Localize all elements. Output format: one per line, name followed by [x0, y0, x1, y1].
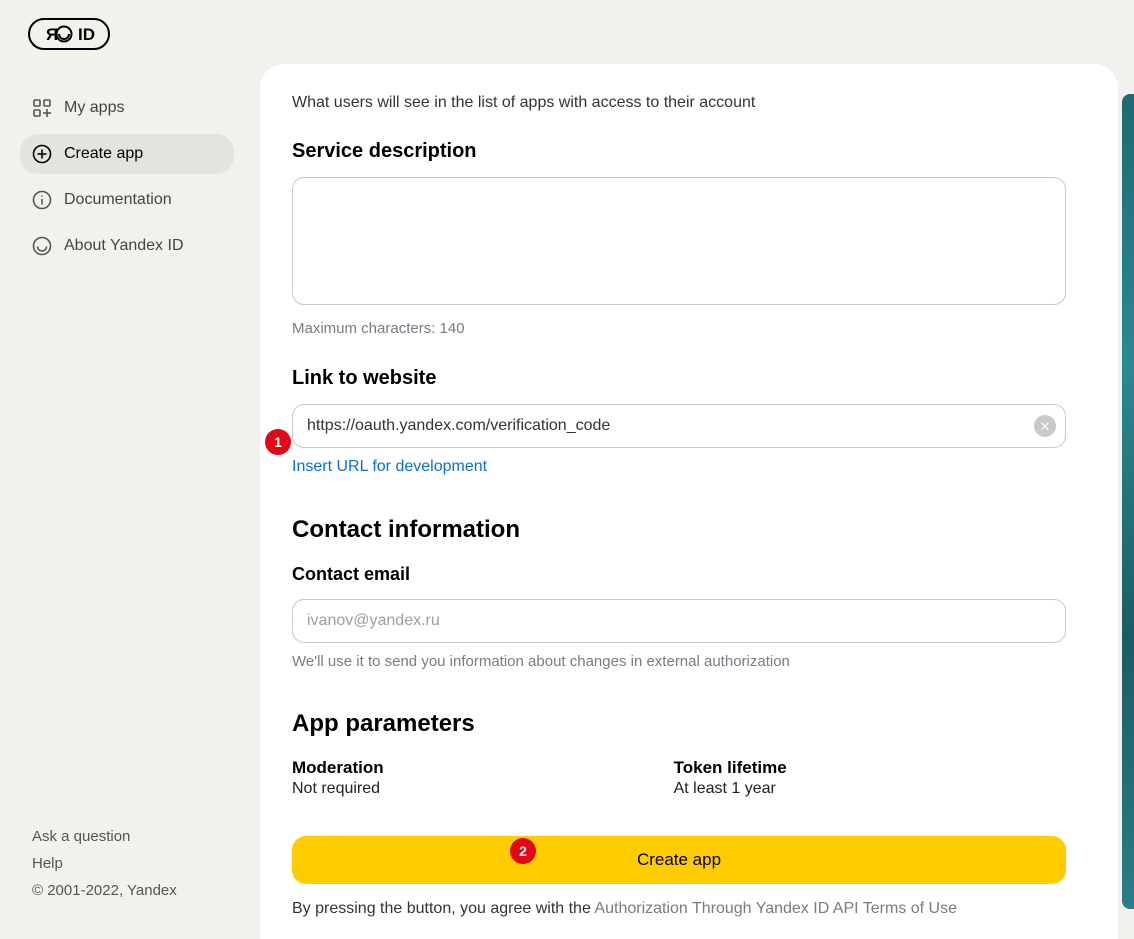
sidebar-item-documentation[interactable]: Documentation — [20, 180, 234, 220]
contact-info-heading: Contact information — [292, 516, 1066, 544]
contact-email-label: Contact email — [292, 564, 1066, 585]
contact-email-input[interactable] — [292, 599, 1066, 643]
annotation-badge-1: 1 — [265, 429, 291, 455]
main-content: What users will see in the list of apps … — [260, 64, 1118, 939]
logo[interactable]: Я ID — [28, 18, 110, 55]
token-lifetime-value: At least 1 year — [674, 780, 787, 798]
sidebar: My apps Create app Documentation — [0, 80, 254, 280]
moderation-label: Moderation — [292, 758, 384, 778]
ask-question-link[interactable]: Ask a question — [32, 828, 130, 845]
contact-email-hint: We'll use it to send you information abo… — [292, 653, 1066, 670]
apps-grid-icon — [32, 98, 52, 118]
create-app-button[interactable]: Create app — [292, 836, 1066, 884]
sidebar-footer: Ask a question Help © 2001-2022, Yandex — [32, 828, 177, 909]
moderation-value: Not required — [292, 780, 384, 798]
smile-icon — [32, 236, 52, 256]
page-subtitle: What users will see in the list of apps … — [292, 94, 1066, 112]
insert-url-link[interactable]: Insert URL for development — [292, 458, 487, 476]
annotation-badge-2: 2 — [510, 838, 536, 864]
clear-input-button[interactable]: ✕ — [1034, 415, 1056, 437]
link-to-website-input[interactable] — [292, 404, 1066, 448]
sidebar-item-create-app[interactable]: Create app — [20, 134, 234, 174]
sidebar-item-about[interactable]: About Yandex ID — [20, 226, 234, 266]
info-icon — [32, 190, 52, 210]
logo-text: ID — [78, 25, 95, 44]
service-description-input[interactable] — [292, 177, 1066, 305]
token-lifetime-label: Token lifetime — [674, 758, 787, 778]
max-chars-hint: Maximum characters: 140 — [292, 320, 1066, 337]
app-params-heading: App parameters — [292, 710, 1066, 738]
agree-prefix: By pressing the button, you agree with t… — [292, 900, 594, 917]
agree-text: By pressing the button, you agree with t… — [292, 900, 1066, 918]
terms-link[interactable]: Authorization Through Yandex ID API Term… — [594, 900, 957, 917]
link-to-website-label: Link to website — [292, 367, 1066, 390]
sidebar-item-label: My apps — [64, 99, 124, 117]
help-link[interactable]: Help — [32, 855, 63, 872]
sidebar-item-my-apps[interactable]: My apps — [20, 88, 234, 128]
decorative-strip — [1122, 94, 1134, 909]
close-icon: ✕ — [1040, 420, 1051, 433]
plus-circle-icon — [32, 144, 52, 164]
copyright-text: © 2001-2022, Yandex — [32, 882, 177, 899]
service-description-label: Service description — [292, 140, 1066, 163]
sidebar-item-label: Create app — [64, 145, 143, 163]
sidebar-item-label: Documentation — [64, 191, 172, 209]
sidebar-item-label: About Yandex ID — [64, 237, 184, 255]
